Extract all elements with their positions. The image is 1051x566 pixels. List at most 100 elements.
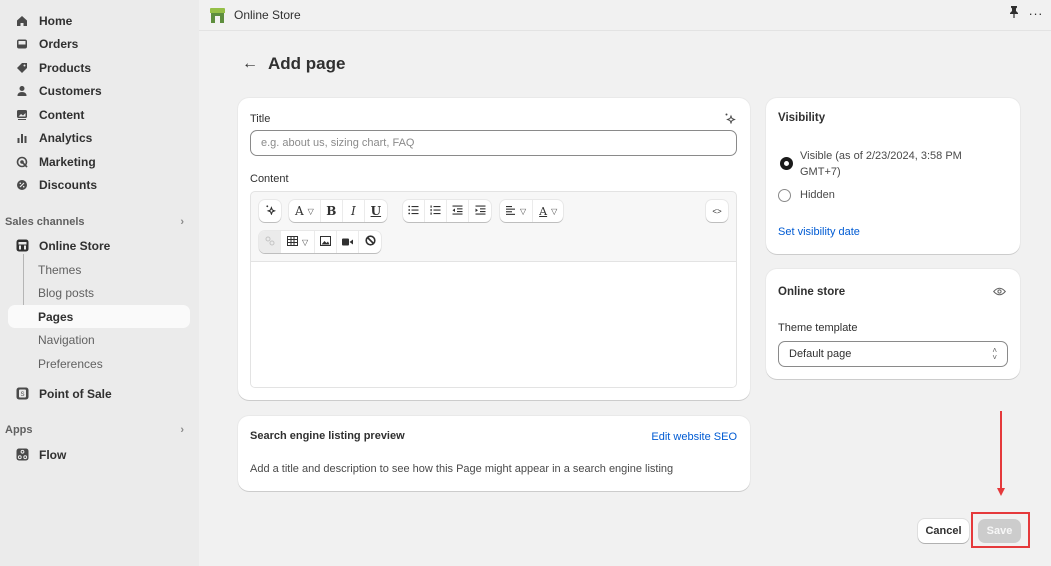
annotation-arrow-head — [997, 488, 1005, 496]
sparkle-icon — [265, 204, 276, 218]
person-icon — [15, 84, 29, 98]
set-visibility-date-link[interactable]: Set visibility date — [778, 226, 860, 238]
sidebar-subitem-pages[interactable]: Pages — [8, 305, 190, 328]
store-icon — [15, 239, 29, 253]
target-icon — [15, 155, 29, 169]
ai-sparkle-icon[interactable] — [724, 112, 736, 127]
hidden-radio[interactable] — [778, 189, 791, 202]
sidebar-subitem-themes[interactable]: Themes — [8, 258, 190, 281]
sidebar-item-label: Discounts — [39, 177, 98, 192]
align-dropdown[interactable]: ▽ — [500, 200, 534, 222]
chevron-down-icon: ▽ — [520, 206, 527, 216]
annotation-highlight-box — [971, 512, 1030, 548]
sidebar-item-customers[interactable]: Customers — [8, 79, 190, 102]
pin-icon[interactable] — [1009, 6, 1019, 21]
visible-option[interactable]: Visible (as of 2/23/2024, 3:58 PM GMT+7) — [778, 148, 1008, 184]
sidebar-item-online-store[interactable]: Online Store — [8, 234, 190, 257]
code-toolbar-group: <> — [706, 200, 728, 222]
text-color-letter: A — [539, 204, 548, 218]
sales-channels-label: Sales channels — [5, 216, 85, 228]
sidebar-item-products[interactable]: Products — [8, 56, 190, 79]
top-bar: Online Store ··· — [199, 0, 1051, 31]
insert-image-button[interactable] — [315, 231, 338, 253]
rich-text-editor: A ▽ B I U ▽ A ▽ <> ▽ — [250, 191, 737, 388]
cancel-button[interactable]: Cancel — [918, 519, 969, 543]
sidebar-item-label: Orders — [39, 36, 79, 51]
more-actions-icon[interactable]: ··· — [1029, 7, 1044, 20]
image-icon — [320, 235, 332, 249]
home-icon — [15, 14, 29, 28]
tag-icon — [15, 61, 29, 75]
clear-format-icon — [365, 235, 376, 249]
sidebar-item-label: Marketing — [39, 154, 96, 169]
bar-chart-icon — [15, 131, 29, 145]
hidden-option[interactable]: Hidden — [778, 188, 1008, 206]
content-label: Content — [250, 173, 289, 185]
sidebar-item-flow[interactable]: Flow — [8, 443, 190, 466]
insert-video-button[interactable] — [337, 231, 360, 253]
seo-card-title: Search engine listing preview — [250, 430, 405, 442]
numbered-list-button[interactable] — [425, 200, 447, 222]
video-icon — [342, 235, 354, 249]
back-arrow-icon[interactable]: ← — [242, 55, 258, 73]
bullet-list-icon — [408, 204, 419, 218]
sidebar-item-content[interactable]: Content — [8, 103, 190, 126]
page-header: ← Add page — [242, 54, 345, 74]
apps-label: Apps — [5, 424, 33, 436]
code-icon: <> — [712, 206, 722, 216]
sidebar-subitem-navigation[interactable]: Navigation — [8, 328, 190, 351]
indent-icon — [475, 204, 486, 218]
sidebar-item-point-of-sale[interactable]: S Point of Sale — [8, 382, 190, 405]
italic-button[interactable]: I — [343, 200, 365, 222]
visibility-card: Visibility Visible (as of 2/23/2024, 3:5… — [766, 98, 1020, 254]
chevron-down-icon: ▽ — [302, 237, 309, 247]
bold-button[interactable]: B — [321, 200, 343, 222]
chevron-right-icon: › — [180, 424, 184, 436]
font-letter: A — [295, 204, 304, 218]
clear-formatting-button[interactable] — [359, 231, 381, 253]
title-input[interactable] — [250, 130, 737, 156]
ai-generate-button[interactable] — [259, 200, 281, 222]
edit-website-seo-link[interactable]: Edit website SEO — [651, 431, 737, 443]
sidebar-item-label: Flow — [39, 447, 67, 462]
theme-template-value: Default page — [789, 348, 852, 360]
theme-template-select[interactable]: Default page ˄ ˅ — [778, 341, 1008, 367]
bullet-list-button[interactable] — [403, 200, 425, 222]
sidebar-item-label: Home — [39, 13, 73, 28]
sidebar-subitem-preferences[interactable]: Preferences — [8, 352, 190, 375]
eye-icon[interactable] — [993, 285, 1006, 299]
font-format-dropdown[interactable]: A ▽ — [289, 200, 321, 222]
sidebar-item-analytics[interactable]: Analytics — [8, 126, 190, 149]
sidebar-item-label: Products — [39, 60, 92, 75]
content-editor-area[interactable] — [251, 261, 736, 387]
indent-button[interactable] — [469, 200, 491, 222]
sales-channels-header[interactable]: Sales channels › — [5, 216, 190, 228]
sidebar-item-discounts[interactable]: Discounts — [8, 173, 190, 196]
chevron-right-icon: › — [180, 216, 184, 228]
page-title: Add page — [268, 54, 346, 73]
sidebar-subitem-blog-posts[interactable]: Blog posts — [8, 281, 190, 304]
outdent-icon — [452, 204, 463, 218]
ai-toolbar-group — [259, 200, 281, 222]
sidebar-item-home[interactable]: Home — [8, 9, 190, 32]
insert-table-dropdown[interactable]: ▽ — [281, 231, 316, 253]
visible-radio[interactable] — [780, 157, 793, 170]
sidebar-item-label: Online Store — [39, 238, 111, 253]
sidebar-item-marketing[interactable]: Marketing — [8, 150, 190, 173]
italic-letter: I — [350, 204, 356, 218]
sidebar-item-label: Analytics — [39, 130, 93, 145]
underline-button[interactable]: U — [365, 200, 387, 222]
sidebar-item-orders[interactable]: Orders — [8, 32, 190, 55]
show-html-button[interactable]: <> — [706, 200, 728, 222]
numbered-list-icon — [430, 204, 441, 218]
text-color-dropdown[interactable]: A ▽ — [533, 200, 563, 222]
table-icon — [287, 235, 298, 249]
inbox-icon — [15, 37, 29, 51]
insert-toolbar-group: ▽ — [259, 231, 382, 253]
apps-header[interactable]: Apps › — [5, 424, 190, 436]
pos-icon: S — [15, 387, 29, 401]
insert-link-button[interactable] — [259, 231, 281, 253]
outdent-button[interactable] — [447, 200, 469, 222]
align-left-icon — [506, 204, 516, 218]
hidden-option-label: Hidden — [800, 189, 835, 201]
